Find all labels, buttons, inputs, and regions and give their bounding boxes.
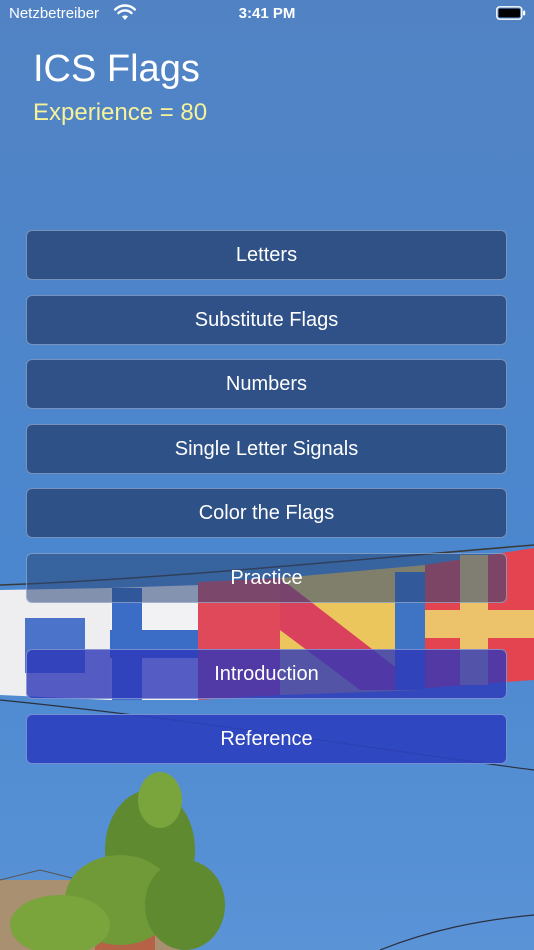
status-bar: Netzbetreiber 3:41 PM xyxy=(0,0,534,30)
single-letter-signals-button[interactable]: Single Letter Signals xyxy=(26,424,507,474)
reference-button[interactable]: Reference xyxy=(26,714,507,764)
numbers-button[interactable]: Numbers xyxy=(26,359,507,409)
background-photo xyxy=(0,0,534,950)
letters-button[interactable]: Letters xyxy=(26,230,507,280)
app-title: ICS Flags xyxy=(33,48,200,90)
substitute-flags-button[interactable]: Substitute Flags xyxy=(26,295,507,345)
status-time: 3:41 PM xyxy=(238,5,296,22)
introduction-button[interactable]: Introduction xyxy=(26,649,507,699)
practice-button[interactable]: Practice xyxy=(26,553,507,603)
flag-line-scene xyxy=(0,0,534,950)
battery-icon xyxy=(496,6,526,20)
experience-score: Experience = 80 xyxy=(33,99,208,126)
color-the-flags-button[interactable]: Color the Flags xyxy=(26,488,507,538)
